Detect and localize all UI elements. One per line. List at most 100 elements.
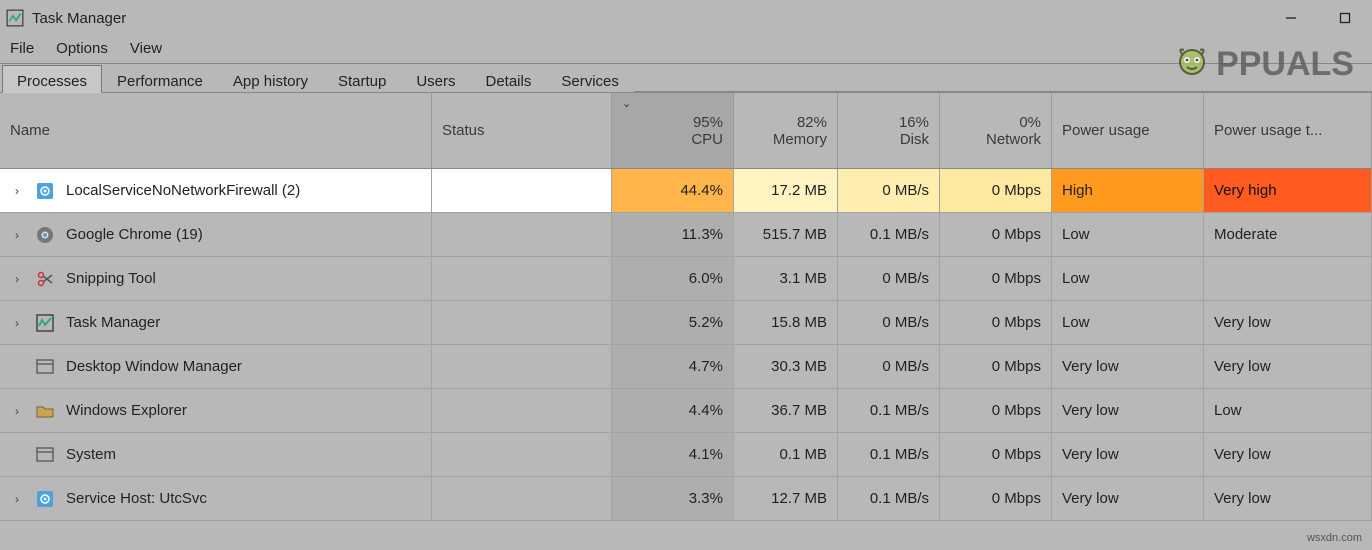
value: Very low <box>1062 490 1119 507</box>
expand-icon[interactable]: › <box>10 404 24 418</box>
menu-view[interactable]: View <box>130 40 162 57</box>
cell-cpu: 11.3% <box>612 213 734 256</box>
chevron-down-icon: ⌄ <box>622 97 631 110</box>
expand-icon[interactable]: › <box>10 492 24 506</box>
tab-app-history[interactable]: App history <box>218 65 323 93</box>
value: Very low <box>1214 314 1271 331</box>
cell-power-usage-trend: Very high <box>1204 169 1372 212</box>
value: 0 Mbps <box>992 402 1041 419</box>
cell-disk: 0.1 MB/s <box>838 433 940 476</box>
column-header-power-usage-trend[interactable]: Power usage t... <box>1204 93 1372 168</box>
column-header-disk[interactable]: 16% Disk <box>838 93 940 168</box>
cell-name: › Windows Explorer <box>0 389 432 432</box>
tab-services[interactable]: Services <box>546 65 634 93</box>
tabs: Processes Performance App history Startu… <box>0 63 1372 93</box>
footnote: wsxdn.com <box>1307 532 1362 544</box>
value: 0 MB/s <box>882 314 929 331</box>
cell-memory: 12.7 MB <box>734 477 838 520</box>
value: 0 Mbps <box>992 446 1041 463</box>
watermark-text: PPUALS <box>1216 45 1354 84</box>
menu-options[interactable]: Options <box>56 40 108 57</box>
cell-disk: 0 MB/s <box>838 169 940 212</box>
value: 0.1 MB <box>779 446 827 463</box>
value: 0.1 MB/s <box>870 446 929 463</box>
value: Low <box>1062 314 1090 331</box>
tab-startup[interactable]: Startup <box>323 65 401 93</box>
cell-name: ›Task Manager <box>0 301 432 344</box>
process-list: ›LocalServiceNoNetworkFirewall (2)44.4%1… <box>0 169 1372 521</box>
value: 0.1 MB/s <box>870 226 929 243</box>
expand-icon[interactable]: › <box>10 184 24 198</box>
column-label: Memory <box>773 131 827 148</box>
cell-power-usage: Very low <box>1052 433 1204 476</box>
cell-network: 0 Mbps <box>940 389 1052 432</box>
cell-cpu: 4.7% <box>612 345 734 388</box>
table-row[interactable]: ›Google Chrome (19)11.3%515.7 MB0.1 MB/s… <box>0 213 1372 257</box>
value: Very low <box>1062 402 1119 419</box>
value: Very high <box>1214 182 1277 199</box>
cell-power-usage-trend: Moderate <box>1204 213 1372 256</box>
value: High <box>1062 182 1093 199</box>
tab-users[interactable]: Users <box>401 65 470 93</box>
value: 36.7 MB <box>771 402 827 419</box>
cell-power-usage: Low <box>1052 301 1204 344</box>
maximize-button[interactable] <box>1318 0 1372 36</box>
cell-network: 0 Mbps <box>940 257 1052 300</box>
value: 3.3% <box>689 490 723 507</box>
cell-disk: 0 MB/s <box>838 257 940 300</box>
column-label: Network <box>986 131 1041 148</box>
cell-status <box>432 213 612 256</box>
column-percent: 95% <box>693 114 723 131</box>
column-label: CPU <box>691 131 723 148</box>
value: 30.3 MB <box>771 358 827 375</box>
watermark-icon <box>1172 44 1212 84</box>
table-row[interactable]: System4.1%0.1 MB0.1 MB/s0 MbpsVery lowVe… <box>0 433 1372 477</box>
value: 4.7% <box>689 358 723 375</box>
table-row[interactable]: ›LocalServiceNoNetworkFirewall (2)44.4%1… <box>0 169 1372 213</box>
cell-memory: 0.1 MB <box>734 433 838 476</box>
process-name: Google Chrome (19) <box>66 226 203 243</box>
column-header-cpu[interactable]: ⌄ 95% CPU <box>612 93 734 168</box>
cell-disk: 0 MB/s <box>838 345 940 388</box>
cell-power-usage-trend: Very low <box>1204 301 1372 344</box>
table-row[interactable]: ›Task Manager5.2%15.8 MB0 MB/s0 MbpsLowV… <box>0 301 1372 345</box>
tab-details[interactable]: Details <box>471 65 547 93</box>
expand-icon[interactable]: › <box>10 228 24 242</box>
cell-name: ›LocalServiceNoNetworkFirewall (2) <box>0 169 432 212</box>
cell-network: 0 Mbps <box>940 433 1052 476</box>
column-header-status[interactable]: Status <box>432 93 612 168</box>
taskmanager-icon <box>6 9 24 27</box>
cell-power-usage: Low <box>1052 213 1204 256</box>
value: 0 MB/s <box>882 270 929 287</box>
process-name: Windows Explorer <box>66 402 187 419</box>
value: 0 Mbps <box>992 358 1041 375</box>
cell-name: ›Service Host: UtcSvc <box>0 477 432 520</box>
cell-network: 0 Mbps <box>940 345 1052 388</box>
column-header-name[interactable]: Name <box>0 93 432 168</box>
cell-cpu: 3.3% <box>612 477 734 520</box>
table-row[interactable]: Desktop Window Manager4.7%30.3 MB0 MB/s0… <box>0 345 1372 389</box>
column-label: Power usage t... <box>1214 122 1322 139</box>
expand-icon[interactable]: › <box>10 272 24 286</box>
watermark: PPUALS <box>1172 44 1354 84</box>
column-label: Name <box>10 122 50 139</box>
cell-status <box>432 477 612 520</box>
column-header-network[interactable]: 0% Network <box>940 93 1052 168</box>
tab-performance[interactable]: Performance <box>102 65 218 93</box>
column-header-memory[interactable]: 82% Memory <box>734 93 838 168</box>
column-label: Power usage <box>1062 122 1150 139</box>
minimize-button[interactable] <box>1264 0 1318 36</box>
value: Low <box>1214 402 1242 419</box>
cell-power-usage: Low <box>1052 257 1204 300</box>
expand-icon[interactable]: › <box>10 316 24 330</box>
table-row[interactable]: ›Service Host: UtcSvc3.3%12.7 MB0.1 MB/s… <box>0 477 1372 521</box>
value: Very low <box>1214 358 1271 375</box>
cell-name: System <box>0 433 432 476</box>
table-row[interactable]: ›Snipping Tool6.0%3.1 MB0 MB/s0 MbpsLow <box>0 257 1372 301</box>
column-header-power-usage[interactable]: Power usage <box>1052 93 1204 168</box>
tab-label: Users <box>416 73 455 90</box>
menu-file[interactable]: File <box>10 40 34 57</box>
cell-power-usage-trend: Very low <box>1204 477 1372 520</box>
table-row[interactable]: ›Windows Explorer4.4%36.7 MB0.1 MB/s0 Mb… <box>0 389 1372 433</box>
tab-processes[interactable]: Processes <box>2 65 102 93</box>
